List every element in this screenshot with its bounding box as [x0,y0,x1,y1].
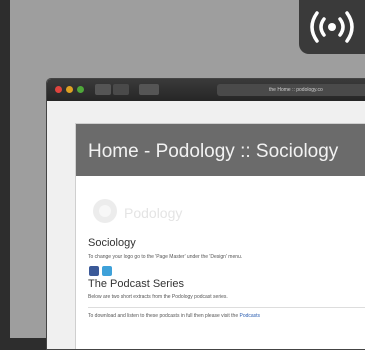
download-text-body: To download and listen to these podcasts… [88,313,240,319]
download-text: To download and listen to these podcasts… [88,313,260,319]
page-header: Home - Podology :: Sociology [76,124,365,176]
twitter-icon[interactable] [102,266,112,276]
web-page: Home - Podology :: Sociology Podology So… [75,123,365,349]
sidebar-icon[interactable] [139,84,159,95]
back-icon[interactable] [95,84,111,95]
section-title: Sociology [88,237,136,249]
facebook-icon[interactable] [89,266,99,276]
podcast-description: Below are two short extracts from the Po… [88,294,228,300]
browser-titlebar: the Home :: podology.co [47,79,365,101]
divider [88,307,365,308]
zoom-icon[interactable] [77,86,84,93]
broadcast-badge [299,0,365,54]
tip-text: To change your logo go to the 'Page Mast… [88,254,243,260]
address-bar[interactable]: the Home :: podology.co [217,84,365,96]
svg-text:Podology: Podology [124,205,182,221]
minimize-icon[interactable] [66,86,73,93]
logo-watermark: Podology [93,199,182,223]
page-title: Home - Podology :: Sociology [88,141,339,162]
forward-icon[interactable] [113,84,129,95]
podcast-series-title: The Podcast Series [88,278,184,290]
broadcast-icon [310,11,354,43]
podcasts-link[interactable]: Podcasts [239,313,260,319]
browser-window: the Home :: podology.co Home - Podology … [46,78,365,350]
close-icon[interactable] [55,86,62,93]
